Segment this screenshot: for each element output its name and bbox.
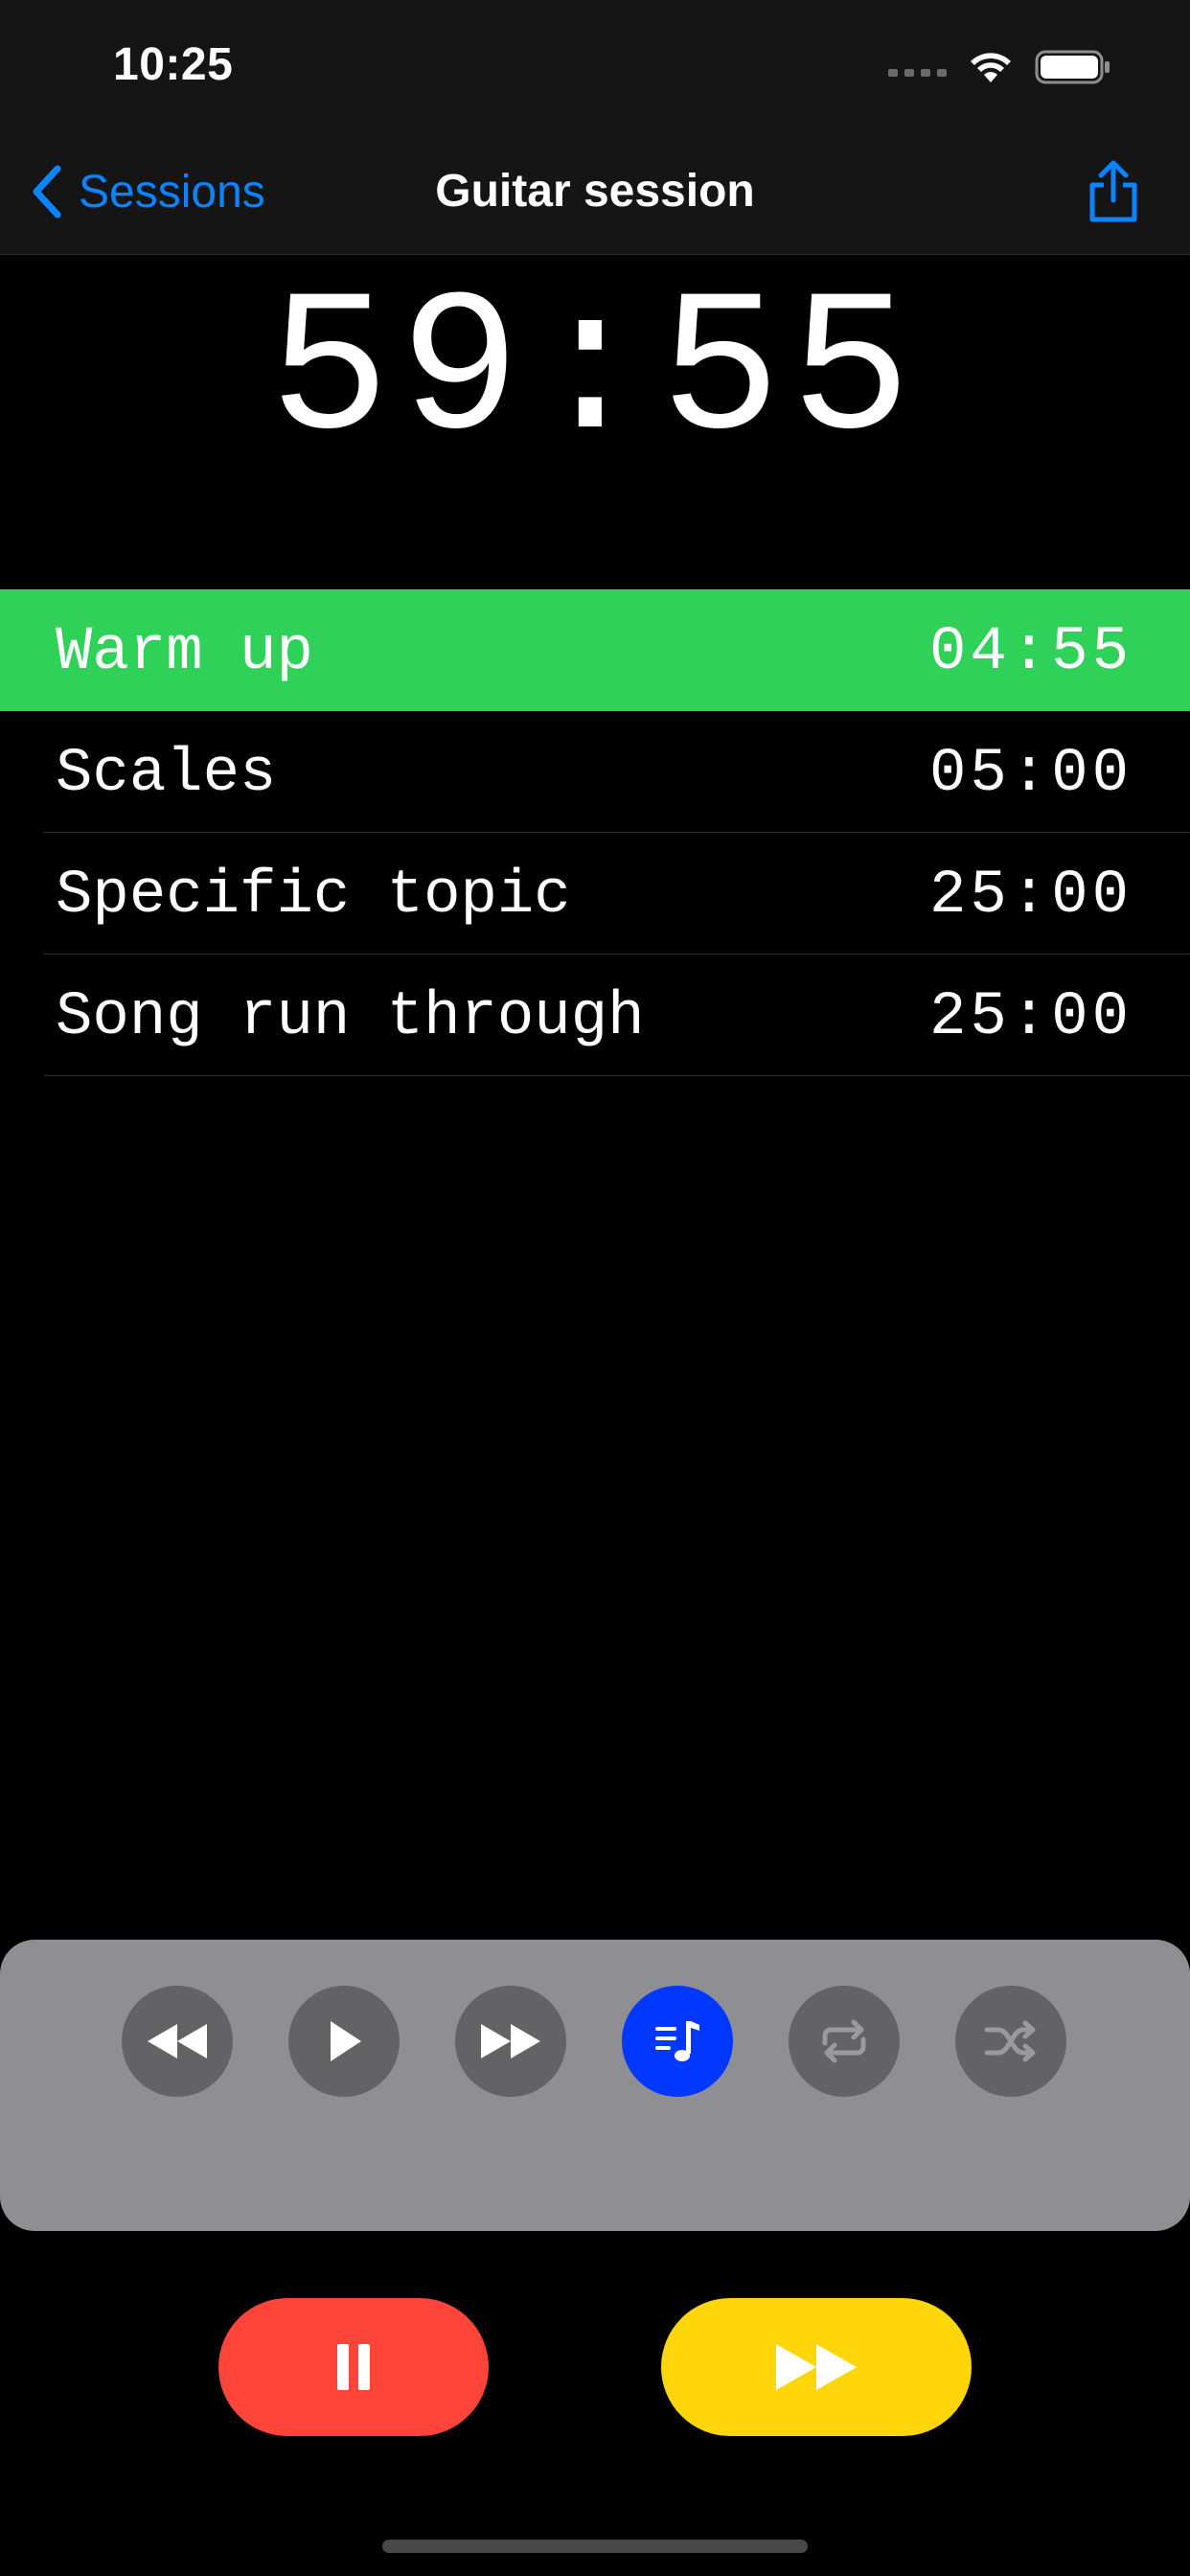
repeat-icon: [822, 2019, 866, 2063]
shuffle-button[interactable]: [955, 1986, 1066, 2097]
play-button[interactable]: [288, 1986, 400, 2097]
wifi-icon: [971, 53, 1011, 82]
segment-name: Song run through: [56, 983, 645, 1052]
music-player-panel: [0, 1940, 1190, 2231]
status-indicators: [888, 46, 1111, 88]
segment-duration: 25:00: [928, 862, 1133, 931]
shuffle-icon: [984, 2020, 1036, 2062]
list-item-specific-topic[interactable]: Specific topic 25:00: [0, 833, 1190, 954]
battery-icon: [1035, 50, 1110, 84]
segment-name: Scales: [56, 740, 277, 809]
share-button[interactable]: [1085, 158, 1142, 225]
play-icon: [331, 2021, 361, 2061]
cellular-signal-icon: [888, 58, 947, 77]
pause-button[interactable]: [218, 2298, 489, 2436]
top-chrome: 10:25 Sessions Guitar session: [0, 0, 1190, 255]
segment-duration: 25:00: [928, 983, 1133, 1052]
page-title: Guitar session: [435, 166, 755, 217]
status-time: 10:25: [113, 39, 234, 90]
list-item-warm-up[interactable]: Warm up 04:55: [0, 589, 1190, 711]
segment-name: Specific topic: [56, 862, 571, 931]
music-playlist-icon: [655, 2021, 699, 2061]
segment-name: Warm up: [56, 618, 313, 687]
repeat-button[interactable]: [789, 1986, 900, 2097]
fast-forward-icon: [481, 2024, 540, 2058]
list-item-scales[interactable]: Scales 05:00: [0, 711, 1190, 833]
segment-list: Warm up 04:55 Scales 05:00 Specific topi…: [0, 589, 1190, 1076]
rewind-button[interactable]: [122, 1986, 233, 2097]
home-indicator: [382, 2540, 808, 2553]
fast-forward-icon: [776, 2344, 857, 2390]
segment-duration: 05:00: [928, 740, 1133, 809]
divider: [44, 1075, 1190, 1076]
countdown-timer: 59:55: [268, 260, 922, 488]
playlist-button[interactable]: [622, 1986, 733, 2097]
list-item-song-run-through[interactable]: Song run through 25:00: [0, 954, 1190, 1076]
segment-duration: 04:55: [928, 618, 1133, 687]
fast-forward-button[interactable]: [455, 1986, 566, 2097]
skip-segment-button[interactable]: [661, 2298, 972, 2436]
pause-icon: [337, 2344, 370, 2390]
share-icon: [1089, 160, 1137, 222]
rewind-icon: [148, 2024, 207, 2058]
